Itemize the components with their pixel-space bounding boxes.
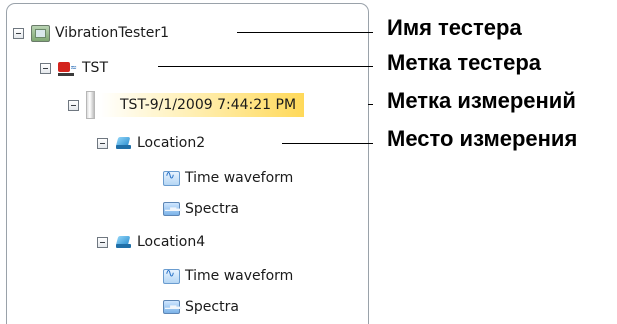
location-label: Location4: [137, 234, 206, 250]
collapse-toggle[interactable]: [97, 236, 108, 248]
collapse-toggle[interactable]: [13, 27, 24, 39]
annotation-tester-name: Имя тестера: [387, 15, 522, 40]
tree-node-time-waveform[interactable]: Time waveform: [163, 166, 293, 190]
collapse-toggle[interactable]: [40, 62, 51, 74]
tester-device-icon: [31, 24, 50, 42]
tester-name: VibrationTester1: [55, 25, 170, 41]
tree-node-time-waveform[interactable]: Time waveform: [163, 264, 293, 288]
tree-node-measurement[interactable]: TST-9/1/2009 7:44:21 PM: [68, 91, 305, 119]
location-icon: [115, 136, 132, 151]
callout-line: [368, 104, 373, 105]
callout-line: [237, 32, 373, 33]
location-label: Location2: [137, 135, 206, 151]
spectra-label: Spectra: [185, 299, 239, 315]
tree-node-location[interactable]: Location4: [97, 230, 205, 254]
spectra-icon: [163, 202, 180, 216]
measurement-label: TST-9/1/2009 7:44:21 PM: [100, 93, 305, 117]
time-waveform-icon: [163, 266, 180, 284]
measurement-bar-icon: [86, 91, 95, 119]
time-waveform-label: Time waveform: [185, 268, 294, 284]
time-waveform-label: Time waveform: [185, 170, 294, 186]
tester-label: TST: [82, 60, 108, 76]
tree-node-location[interactable]: Location2: [97, 131, 205, 155]
annotation-measurement-place: Место измерения: [387, 126, 578, 151]
callout-line: [282, 143, 373, 144]
spectra-icon: [163, 300, 180, 314]
tree-panel: VibrationTester1 ≈ TST TST-9/1/2009 7:44…: [6, 3, 369, 324]
tree-node-tester-label[interactable]: ≈ TST: [40, 56, 108, 80]
collapse-toggle[interactable]: [97, 137, 108, 149]
location-icon: [115, 235, 132, 250]
tester-label-icon: ≈: [58, 60, 77, 76]
collapse-toggle[interactable]: [68, 99, 79, 111]
annotation-tester-label: Метка тестера: [387, 50, 542, 75]
callout-line: [158, 66, 373, 67]
tree-node-spectra[interactable]: Spectra: [163, 197, 239, 221]
time-waveform-icon: [163, 168, 180, 186]
tree-node-tester[interactable]: VibrationTester1: [13, 21, 169, 45]
tree-node-spectra[interactable]: Spectra: [163, 295, 239, 319]
spectra-label: Spectra: [185, 201, 239, 217]
annotation-measurement-label: Метка измерений: [387, 88, 576, 113]
